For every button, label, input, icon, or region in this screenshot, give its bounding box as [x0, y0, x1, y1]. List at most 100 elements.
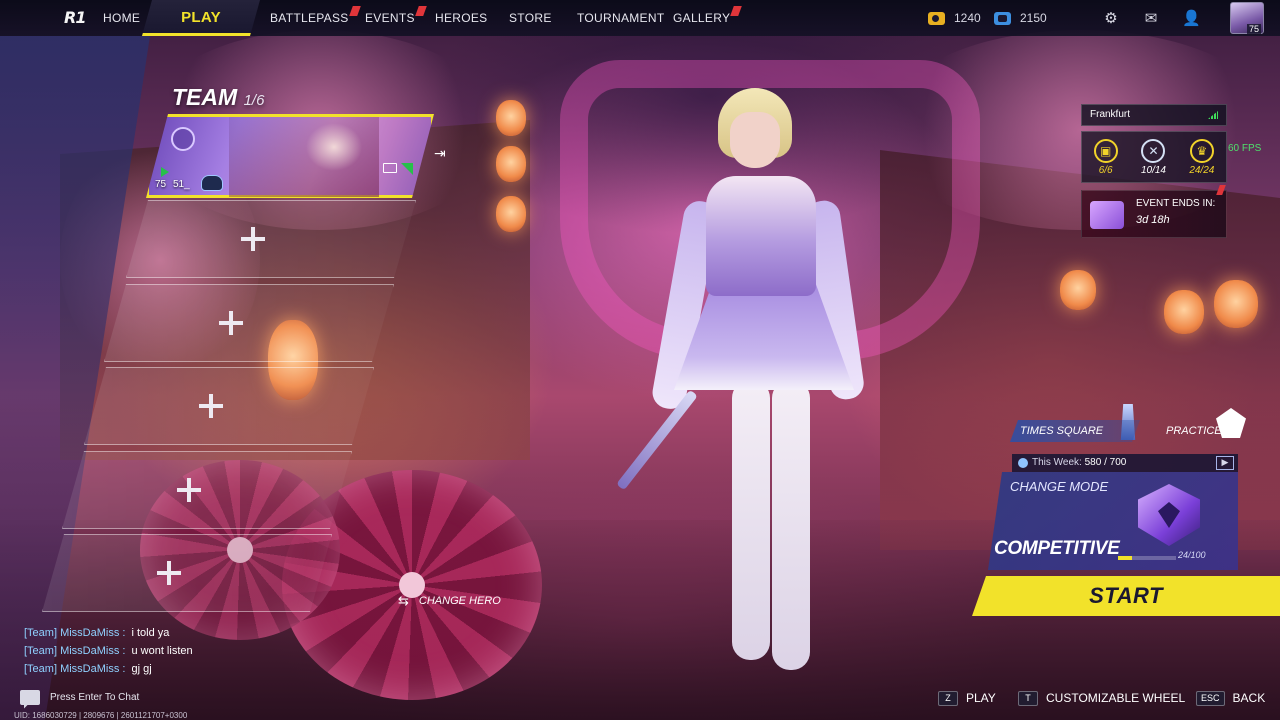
wheel-hint-label: CUSTOMIZABLE WHEEL [1046, 691, 1186, 705]
member-hero-portrait [229, 117, 379, 197]
paper-lantern [496, 146, 526, 182]
invite-slot[interactable] [62, 451, 352, 529]
nav-heroes[interactable]: HEROES [435, 0, 487, 36]
chat-text: i told ya [131, 627, 170, 639]
signal-strength-icon [1208, 111, 1218, 119]
player-avatar[interactable]: 75 [1230, 2, 1264, 34]
nav-battlepass[interactable]: BATTLEPASS [270, 0, 361, 36]
pc-platform-icon [383, 163, 397, 173]
key-z: Z [938, 690, 958, 706]
hero-torso [706, 176, 816, 296]
gold-amount: 1240 [954, 11, 981, 25]
change-hero-button[interactable]: ⇆ CHANGE HERO [398, 592, 501, 610]
nav-home[interactable]: HOME [103, 0, 140, 36]
server-region: Frankfurt [1090, 109, 1131, 120]
hero-character-model [616, 80, 880, 700]
customizable-wheel-hint[interactable]: T CUSTOMIZABLE WHEEL [1018, 690, 1185, 706]
weekly-progress-bar: This Week: 580 / 700 ▶ [1012, 454, 1238, 472]
add-player-plus-icon [199, 394, 223, 418]
premium-gem-icon [994, 11, 1011, 25]
event-reward-icon [1090, 201, 1124, 229]
member-name: 51_ [173, 179, 190, 190]
add-player-plus-icon [219, 311, 243, 335]
nav-events[interactable]: EVENTS [365, 0, 427, 36]
team-count: 1/6 [243, 92, 265, 109]
paper-lantern [1060, 270, 1096, 310]
weekly-reward-icon [1018, 458, 1028, 468]
hero-face [730, 112, 780, 168]
crossed-swords-icon: ✕ [1141, 138, 1166, 163]
player-level: 75 [1246, 24, 1261, 34]
invite-slot[interactable] [42, 534, 332, 612]
start-button[interactable]: START [972, 576, 1280, 616]
tab-times-square[interactable]: TIMES SQUARE [1010, 420, 1140, 442]
stat-item: ▣ 6/6 [1093, 138, 1118, 176]
server-region-selector[interactable]: Frankfurt [1081, 104, 1227, 126]
invite-slot[interactable] [104, 284, 394, 362]
event-label: EVENT ENDS IN: [1136, 198, 1216, 209]
event-timer-card[interactable]: EVENT ENDS IN: 3d 18h [1081, 185, 1227, 238]
chat-sender: [Team] MissDaMiss : [24, 663, 126, 675]
progress-stats[interactable]: ▣ 6/6 ✕ 10/14 ♛ 24/24 [1081, 131, 1227, 183]
add-player-plus-icon [241, 227, 265, 251]
hero-class-icon [171, 127, 195, 151]
play-hint[interactable]: Z PLAY [938, 690, 996, 706]
this-week-value: 580 / 700 [1084, 457, 1127, 468]
event-time-remaining: 3d 18h [1136, 214, 1170, 226]
nav-gallery[interactable]: GALLERY [673, 0, 743, 36]
change-hero-label: CHANGE HERO [418, 595, 501, 607]
gold-currency[interactable]: 1240 [928, 8, 981, 28]
stat-item: ♛ 24/24 [1189, 138, 1215, 176]
game-logo-icon: R1 [64, 8, 86, 27]
change-mode-button[interactable]: CHANGE MODE [1010, 479, 1108, 494]
ready-status-icon [401, 163, 413, 175]
paper-lantern [1164, 290, 1204, 334]
uid-footer: UID: 1686030729 | 2809676 | 2601121707+0… [14, 711, 188, 720]
add-player-plus-icon [157, 561, 181, 585]
rank-progress-bar [1118, 556, 1176, 560]
team-title: TEAM [172, 84, 238, 110]
trophy-icon: ♛ [1189, 138, 1214, 163]
mode-name: COMPETITIVE [994, 538, 1120, 559]
brand-home-link[interactable]: R1 [64, 0, 104, 36]
swap-arrows-icon: ⇆ [398, 593, 409, 609]
tab-practice[interactable]: PRACTICE [1156, 420, 1246, 442]
premium-currency[interactable]: 2150 [994, 8, 1047, 28]
game-mode-panel[interactable]: CHANGE MODE COMPETITIVE 24/100 [988, 472, 1238, 570]
chat-input-prompt[interactable]: Press Enter To Chat [20, 688, 139, 706]
invite-slot[interactable] [126, 200, 416, 278]
leave-party-icon[interactable]: ⇥ [434, 146, 452, 164]
daily-missions-icon: ▣ [1093, 138, 1118, 163]
key-esc: ESC [1196, 690, 1225, 706]
back-hint[interactable]: ESC BACK [1196, 690, 1265, 706]
start-label: START [1089, 583, 1163, 608]
member-level: 75 [155, 179, 167, 190]
top-navigation-bar: R1 HOME PLAY BATTLEPASS EVENTS HEROES ST… [0, 0, 1280, 36]
key-t: T [1018, 690, 1038, 706]
mail-icon[interactable]: ✉ [1142, 9, 1160, 27]
notification-flag-icon [414, 6, 427, 16]
nav-events-label: EVENTS [365, 11, 415, 25]
member-rank-badge-icon [201, 175, 223, 191]
team-heading: TEAM 1/6 [172, 84, 264, 111]
settings-gear-icon[interactable]: ⚙ [1102, 9, 1120, 27]
hero-right-leg [772, 380, 810, 670]
invite-slot[interactable] [84, 367, 374, 445]
nav-store[interactable]: STORE [509, 0, 552, 36]
paper-lantern [496, 196, 526, 232]
chat-message: [Team] MissDaMiss : u wont listen [24, 642, 193, 660]
team-member-card[interactable]: 75 51_ [146, 114, 434, 198]
nav-play-tab[interactable]: PLAY [142, 0, 260, 36]
stat-value: 24/24 [1189, 164, 1215, 176]
this-week-label: This Week: [1032, 457, 1082, 468]
chevron-right-icon[interactable]: ▶ [1216, 456, 1234, 470]
paper-lantern [496, 100, 526, 136]
nav-battlepass-label: BATTLEPASS [270, 11, 349, 25]
rank-progress-fill [1118, 556, 1132, 560]
stat-item: ✕ 10/14 [1141, 138, 1166, 176]
gold-coin-icon [928, 11, 945, 25]
fps-counter: 60 FPS [1228, 143, 1262, 154]
notification-flag-icon [348, 6, 361, 16]
nav-tournament[interactable]: TOURNAMENT [577, 0, 664, 36]
friends-icon[interactable]: 👤 [1182, 9, 1201, 27]
